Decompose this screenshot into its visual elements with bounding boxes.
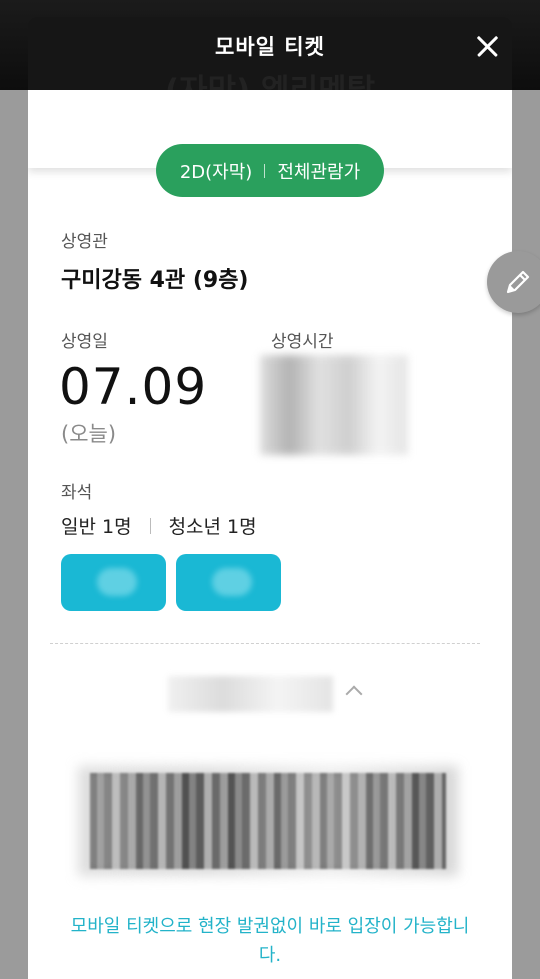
seat-counts: 일반 1명 청소년 1명 [61, 512, 257, 539]
format-label: 2D(자막) [179, 161, 253, 183]
screening-time-redacted [260, 355, 408, 455]
seat-chip-1-redacted [97, 568, 137, 596]
modal-header: 모바일 티켓 (자막) 엘리멘탈 [28, 17, 512, 90]
badge-divider [264, 163, 266, 178]
seat-chip-2 [176, 554, 281, 611]
format-rating-badge: 2D(자막) 전체관람가 [156, 144, 384, 197]
theater-name: 구미강동 4관 (9층) [61, 268, 249, 293]
chevron-up-icon[interactable] [345, 685, 363, 703]
edit-button[interactable] [487, 251, 540, 313]
barcode-blur-overlay [78, 766, 458, 876]
time-label: 상영시간 [271, 332, 334, 352]
section-divider [50, 643, 480, 644]
pencil-icon [506, 270, 530, 294]
seat-chip-2-redacted [212, 568, 252, 596]
date-label: 상영일 [61, 332, 108, 352]
ticket-card: 2D(자막) 전체관람가 상영관 구미강동 4관 (9층) 상영일 07.09 … [28, 90, 512, 979]
screening-date: 07.09 [59, 358, 208, 416]
seat-adult: 일반 1명 [61, 516, 132, 538]
modal-title: 모바일 티켓 [215, 35, 325, 59]
seat-youth: 청소년 1명 [168, 516, 257, 538]
seat-divider [149, 517, 151, 534]
seat-chip-1 [61, 554, 166, 611]
movie-title: (자막) 엘리멘탈 [28, 65, 512, 90]
rating-label: 전체관람가 [277, 161, 361, 183]
booking-label-redacted [168, 676, 333, 712]
theater-label: 상영관 [61, 232, 108, 252]
entry-notice: 모바일 티켓으로 현장 발권없이 바로 입장이 가능합니다. [70, 916, 470, 966]
date-relative: (오늘) [61, 422, 117, 446]
close-icon[interactable] [468, 27, 506, 65]
seat-label: 좌석 [61, 483, 93, 503]
